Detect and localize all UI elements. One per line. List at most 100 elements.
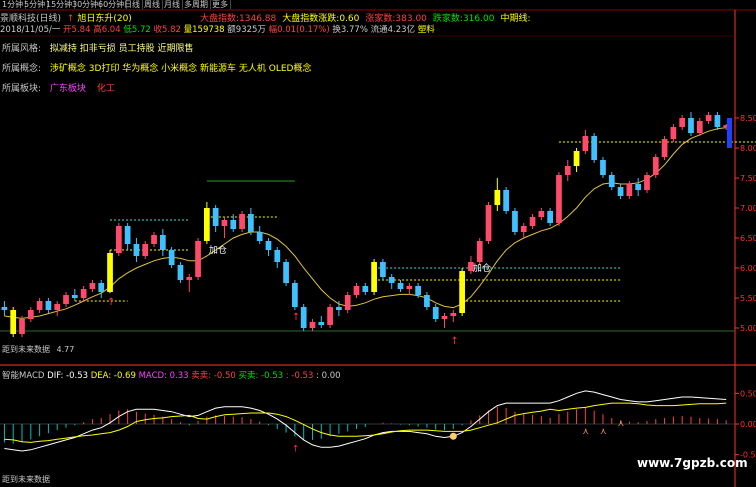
info-field-5: 量159738 (180, 25, 225, 35)
macd-signal-dot (449, 432, 457, 440)
sector-label: 所属板块: (2, 84, 42, 94)
candle-body-67 (591, 136, 598, 160)
callout-label-1: 加仓 (209, 244, 227, 256)
candle-body-50 (441, 316, 448, 319)
candle-body-79 (696, 121, 703, 133)
candle-body-27 (239, 214, 245, 229)
candle-body-31 (274, 250, 281, 262)
candle-body-77 (679, 118, 686, 127)
candle-body-73 (644, 175, 650, 190)
stat-label-3: 跌家数: (432, 14, 463, 24)
candle-body-28 (248, 214, 254, 232)
info-field-10: 塑料 (415, 25, 435, 35)
price-tick-label-5: 6.00 (740, 264, 756, 273)
candle-body-61 (538, 211, 545, 217)
candle-body-38 (336, 307, 342, 310)
style-text: 拟减持 扣非亏损 员工持股 近期限售 (49, 44, 194, 54)
candle-body-8 (71, 295, 78, 298)
candle-body-7 (63, 295, 69, 304)
candle-body-1 (10, 310, 17, 334)
macd-tick-label-1: 0.00 (740, 420, 756, 429)
candle-body-62 (547, 211, 554, 223)
candle-body-44 (388, 277, 395, 283)
candle-body-63 (556, 175, 562, 223)
candle-body-48 (424, 295, 430, 307)
sector-row: 所属板块: 广东板块 化工 (2, 81, 115, 94)
price-tick-label-3: 7.00 (740, 204, 756, 213)
candle-body-23 (203, 208, 210, 241)
candle-body-4 (36, 301, 43, 310)
candle-body-36 (318, 322, 325, 325)
candle-body-75 (661, 139, 668, 157)
candle-body-78 (688, 118, 694, 133)
macd-header: 智能MACD DIF: -0.53 DEA: -0.69 MACD: 0.33 … (2, 369, 341, 381)
candle-body-70 (617, 187, 624, 196)
candle-body-40 (353, 286, 360, 295)
info-field-1: 开5.84 (60, 25, 91, 35)
stat-label-4: 中期线: (500, 14, 531, 24)
info-field-0: 2018/11/05/一 (0, 25, 61, 35)
macd-field-4: 卖卖: -0.50 (188, 371, 236, 381)
candle-body-10 (89, 283, 96, 289)
candle-body-21 (186, 277, 193, 280)
candle-body-42 (371, 262, 377, 292)
candle-body-46 (406, 286, 413, 289)
candle-body-34 (300, 307, 307, 328)
candle-body-0 (1, 307, 8, 310)
candle-body-68 (600, 160, 606, 175)
macd-field-3: MACD: 0.33 (135, 371, 189, 381)
candle-body-30 (265, 241, 272, 250)
stat-value-3: 316.00 (462, 14, 495, 24)
candle-body-3 (27, 310, 34, 319)
info-field-4: 收5.82 (150, 25, 181, 35)
candle-body-14 (124, 226, 131, 244)
candle-body-49 (432, 307, 439, 319)
price-tick-label-4: 6.50 (740, 234, 756, 243)
buy-arrow-icon-0: ↑ (107, 297, 115, 308)
watermark: www.7gpzb.com (637, 456, 748, 470)
candle-body-65 (573, 151, 580, 166)
buy-arrow-icon-2: ↑ (450, 336, 458, 347)
info-field-3: 低5.72 (120, 25, 151, 35)
candle-body-29 (256, 232, 263, 241)
candle-body-9 (80, 289, 87, 298)
min-price-label: 4.77 (56, 345, 75, 354)
macd-up-arrow-icon: ↑ (292, 445, 300, 455)
macd-person-icon-2: ⋏ (618, 419, 625, 429)
info-field-7: 幅0.01(0.17%) (265, 25, 330, 35)
candle-body-51 (450, 313, 457, 316)
candle-body-45 (397, 283, 404, 289)
candle-body-64 (564, 166, 571, 175)
candle-body-52 (459, 271, 465, 313)
buy-arrow-icon-1: ↑ (292, 312, 300, 323)
callout-label-2: 加仓 (473, 262, 491, 274)
info-field-2: 高6.04 (90, 25, 121, 35)
candle-body-5 (45, 301, 52, 310)
candle-body-15 (133, 244, 140, 256)
candle-body-74 (652, 157, 659, 175)
candle-body-16 (142, 244, 149, 256)
price-tick-label-2: 7.50 (740, 174, 756, 183)
future-data-text: 距到未来数据 (2, 345, 50, 354)
price-tick-label-0: 8.50 (740, 114, 756, 123)
candle-body-last (727, 118, 732, 148)
future-data-label: 距到未来数据 4.77 (2, 344, 74, 355)
candle-body-55 (485, 205, 492, 241)
candle-body-60 (529, 217, 536, 226)
candle-body-25 (221, 220, 228, 226)
ohlc-info-line: 2018/11/05/一 开5.84 高6.04 低5.72 收5.82 量15… (0, 23, 435, 35)
concept-row: 所属概念: 涉矿概念 3D打印 华为概念 小米概念 新能源车 无人机 OLED概… (2, 61, 311, 74)
info-field-9: 流通4.23亿 (367, 25, 416, 35)
candle-body-22 (195, 241, 201, 277)
macd-field-2: DEA: -0.69 (88, 371, 136, 381)
sector-text-2: 化工 (96, 84, 115, 94)
candle-body-58 (512, 211, 518, 232)
candle-body-56 (494, 190, 501, 205)
candle-body-66 (582, 136, 589, 151)
macd-field-5: 买卖: (235, 371, 262, 381)
candle-body-76 (670, 127, 677, 139)
macd-field-6: -0.53 (261, 371, 284, 381)
candle-body-59 (520, 226, 527, 232)
info-field-6: 额9325万 (224, 25, 266, 35)
info-field-8: 换3.77% (329, 25, 368, 35)
